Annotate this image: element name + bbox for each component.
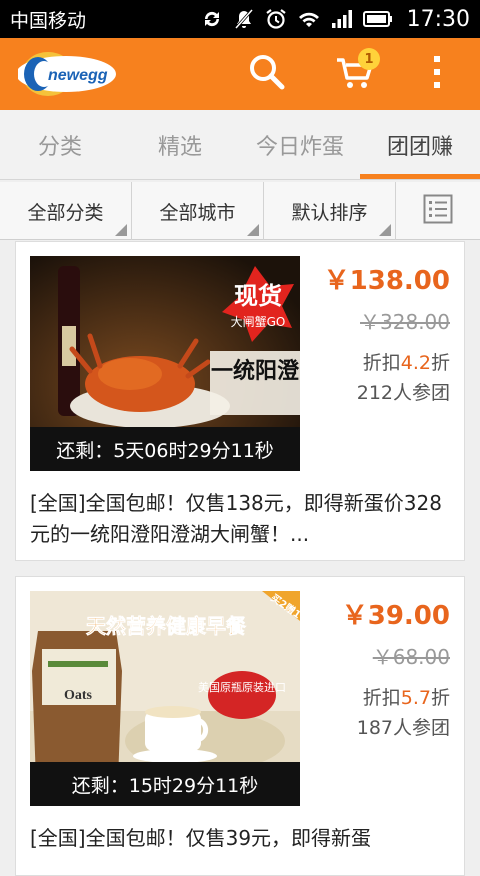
participants-count: 212人参团	[356, 382, 450, 404]
image-caption-sub: 大闸蟹GO	[231, 314, 286, 329]
filter-bar: 全部分类 全部城市 默认排序	[0, 182, 480, 240]
alarm-icon	[265, 8, 287, 30]
deal-card[interactable]: 现货 大闸蟹GO 一统阳澄 还剩：5天06时29分11秒 ￥138.00 ￥32…	[15, 241, 465, 561]
original-price: ￥68.00	[372, 645, 450, 669]
deal-description: [全国]全国包邮！仅售39元，即得新蛋	[30, 826, 372, 850]
deal-description: [全国]全国包邮！仅售138元，即得新蛋价328元的一统阳澄阳澄湖大闸蟹！...	[30, 491, 442, 546]
dropdown-corner-icon	[247, 224, 259, 236]
discount-value: 4.2	[400, 352, 431, 374]
deal-price: ￥39.00	[341, 601, 450, 631]
deal-price: ￥138.00	[323, 266, 450, 296]
city-filter-label: 全部城市	[159, 201, 236, 224]
discount-prefix: 折扣	[362, 352, 401, 374]
category-tabs: 分类 精选 今日炸蛋 团团赚	[0, 110, 480, 180]
discount-suffix: 折	[430, 687, 450, 709]
tab-group-buy[interactable]: 团团赚	[360, 110, 480, 179]
countdown-timer: 还剩：15时29分11秒	[30, 762, 300, 806]
discount-value: 5.7	[400, 687, 431, 709]
tab-featured[interactable]: 精选	[120, 110, 240, 179]
discount-prefix: 折扣	[362, 687, 401, 709]
signal-icon	[331, 9, 353, 29]
participants-count: 187人参团	[356, 717, 450, 739]
dropdown-corner-icon	[379, 224, 391, 236]
discount-label: 折扣4.2折	[363, 348, 450, 375]
list-view-toggle[interactable]	[396, 182, 480, 239]
discount-label: 折扣5.7折	[363, 683, 450, 710]
category-filter-dropdown[interactable]: 全部分类	[0, 182, 132, 240]
image-caption-2: 一统阳澄	[211, 358, 300, 384]
dropdown-corner-icon	[115, 224, 127, 236]
original-price: ￥328.00	[360, 310, 450, 334]
deal-card[interactable]: Oats 天然营养健康早餐 美国原瓶原装进口 买2赠1 还剩：15时29分11秒…	[15, 576, 465, 876]
sort-dropdown[interactable]: 默认排序	[264, 182, 396, 240]
image-caption-main: 天然营养健康早餐	[86, 614, 247, 638]
deal-image[interactable]: Oats 天然营养健康早餐 美国原瓶原装进口 买2赠1 还剩：15时29分11秒	[30, 591, 300, 806]
carrier-label: 中国移动	[10, 9, 87, 32]
sync-icon	[201, 8, 223, 30]
logo-text: newegg	[48, 67, 108, 84]
cart-count-badge: 1	[358, 48, 380, 70]
tab-categories[interactable]: 分类	[0, 110, 120, 179]
category-filter-label: 全部分类	[27, 201, 104, 224]
cart-button[interactable]: 1	[320, 38, 390, 110]
image-caption-sub: 美国原瓶原装进口	[198, 680, 286, 694]
city-filter-dropdown[interactable]: 全部城市	[132, 182, 264, 240]
wifi-icon	[297, 9, 321, 29]
tab-today-deals[interactable]: 今日炸蛋	[240, 110, 360, 179]
package-text: Oats	[64, 688, 93, 703]
mute-icon	[233, 8, 255, 30]
overflow-menu-button[interactable]	[402, 38, 472, 110]
discount-suffix: 折	[430, 352, 450, 374]
list-view-icon	[423, 194, 453, 228]
countdown-timer: 还剩：5天06时29分11秒	[30, 427, 300, 471]
newegg-logo[interactable]: newegg	[16, 50, 124, 98]
battery-icon	[362, 10, 393, 28]
more-vertical-icon	[432, 54, 442, 94]
deal-image[interactable]: 现货 大闸蟹GO 一统阳澄 还剩：5天06时29分11秒	[30, 256, 300, 471]
clock: 17:30	[406, 6, 470, 32]
status-bar: 中国移动 17:30	[0, 0, 480, 38]
search-icon	[248, 53, 286, 95]
sort-label: 默认排序	[291, 201, 368, 224]
image-caption-main: 现货	[234, 282, 282, 310]
search-button[interactable]	[232, 38, 302, 110]
app-bar: newegg 1	[0, 38, 480, 110]
